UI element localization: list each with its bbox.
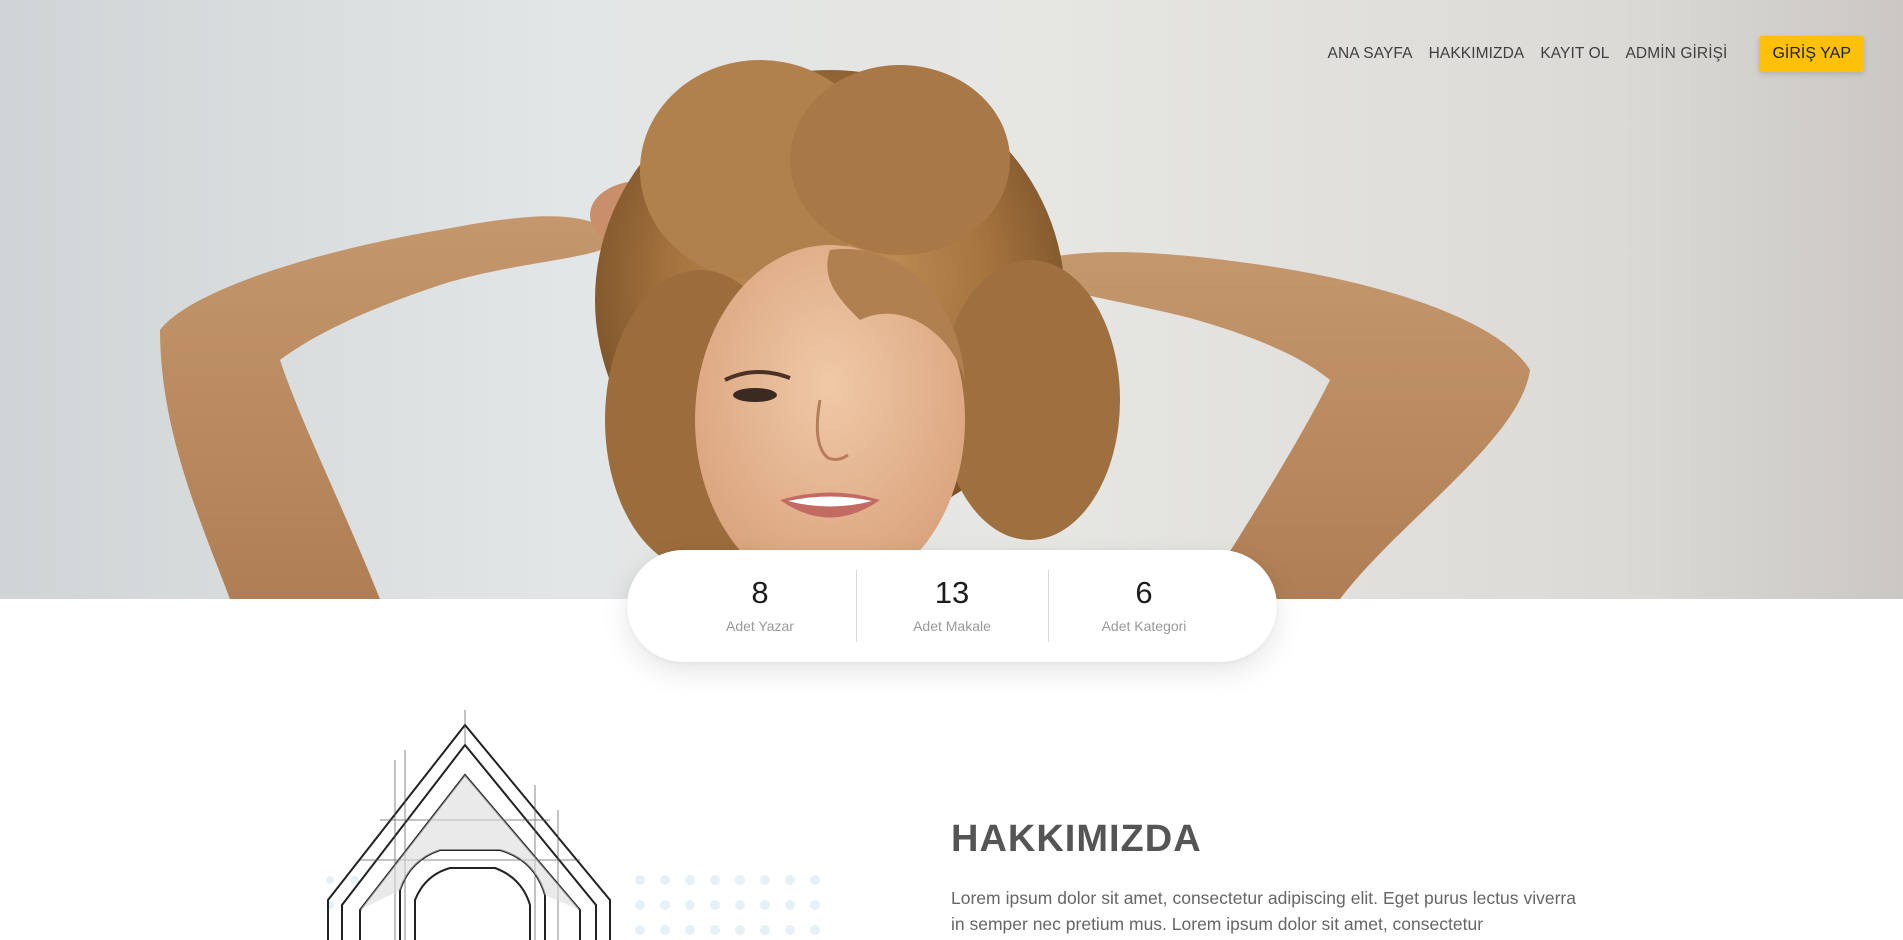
hero-photo	[160, 60, 1530, 599]
stat-articles-label: Adet Makale	[913, 618, 991, 635]
stat-categories-label: Adet Kategori	[1101, 618, 1187, 635]
stat-authors-value: 8	[751, 575, 769, 610]
main-nav: ANA SAYFA HAKKIMIZDA KAYIT OL ADMİN GİRİ…	[1320, 36, 1864, 72]
hero-banner: ANA SAYFA HAKKIMIZDA KAYIT OL ADMİN GİRİ…	[0, 0, 1903, 599]
about-title: HAKKIMIZDA	[951, 818, 1202, 860]
stat-authors-label: Adet Yazar	[726, 618, 794, 635]
about-section: HAKKIMIZDA Lorem ipsum dolor sit amet, c…	[951, 818, 1576, 938]
building-sketch-illustration	[326, 710, 820, 940]
stat-articles: 13 Adet Makale	[856, 570, 1048, 642]
stat-categories: 6 Adet Kategori	[1048, 570, 1240, 642]
nav-link-admin-login[interactable]: ADMİN GİRİŞİ	[1625, 45, 1727, 63]
about-body: Lorem ipsum dolor sit amet, consectetur …	[951, 888, 1576, 935]
nav-link-about[interactable]: HAKKIMIZDA	[1429, 45, 1525, 63]
stat-authors: 8 Adet Yazar	[664, 570, 856, 642]
stat-categories-value: 6	[1135, 575, 1153, 610]
nav-link-home[interactable]: ANA SAYFA	[1328, 45, 1413, 63]
stats-card: 8 Adet Yazar 13 Adet Makale 6 Adet Kateg…	[627, 550, 1277, 662]
login-button[interactable]: GİRİŞ YAP	[1759, 36, 1864, 72]
stat-articles-value: 13	[934, 575, 970, 610]
nav-link-register[interactable]: KAYIT OL	[1540, 45, 1609, 63]
